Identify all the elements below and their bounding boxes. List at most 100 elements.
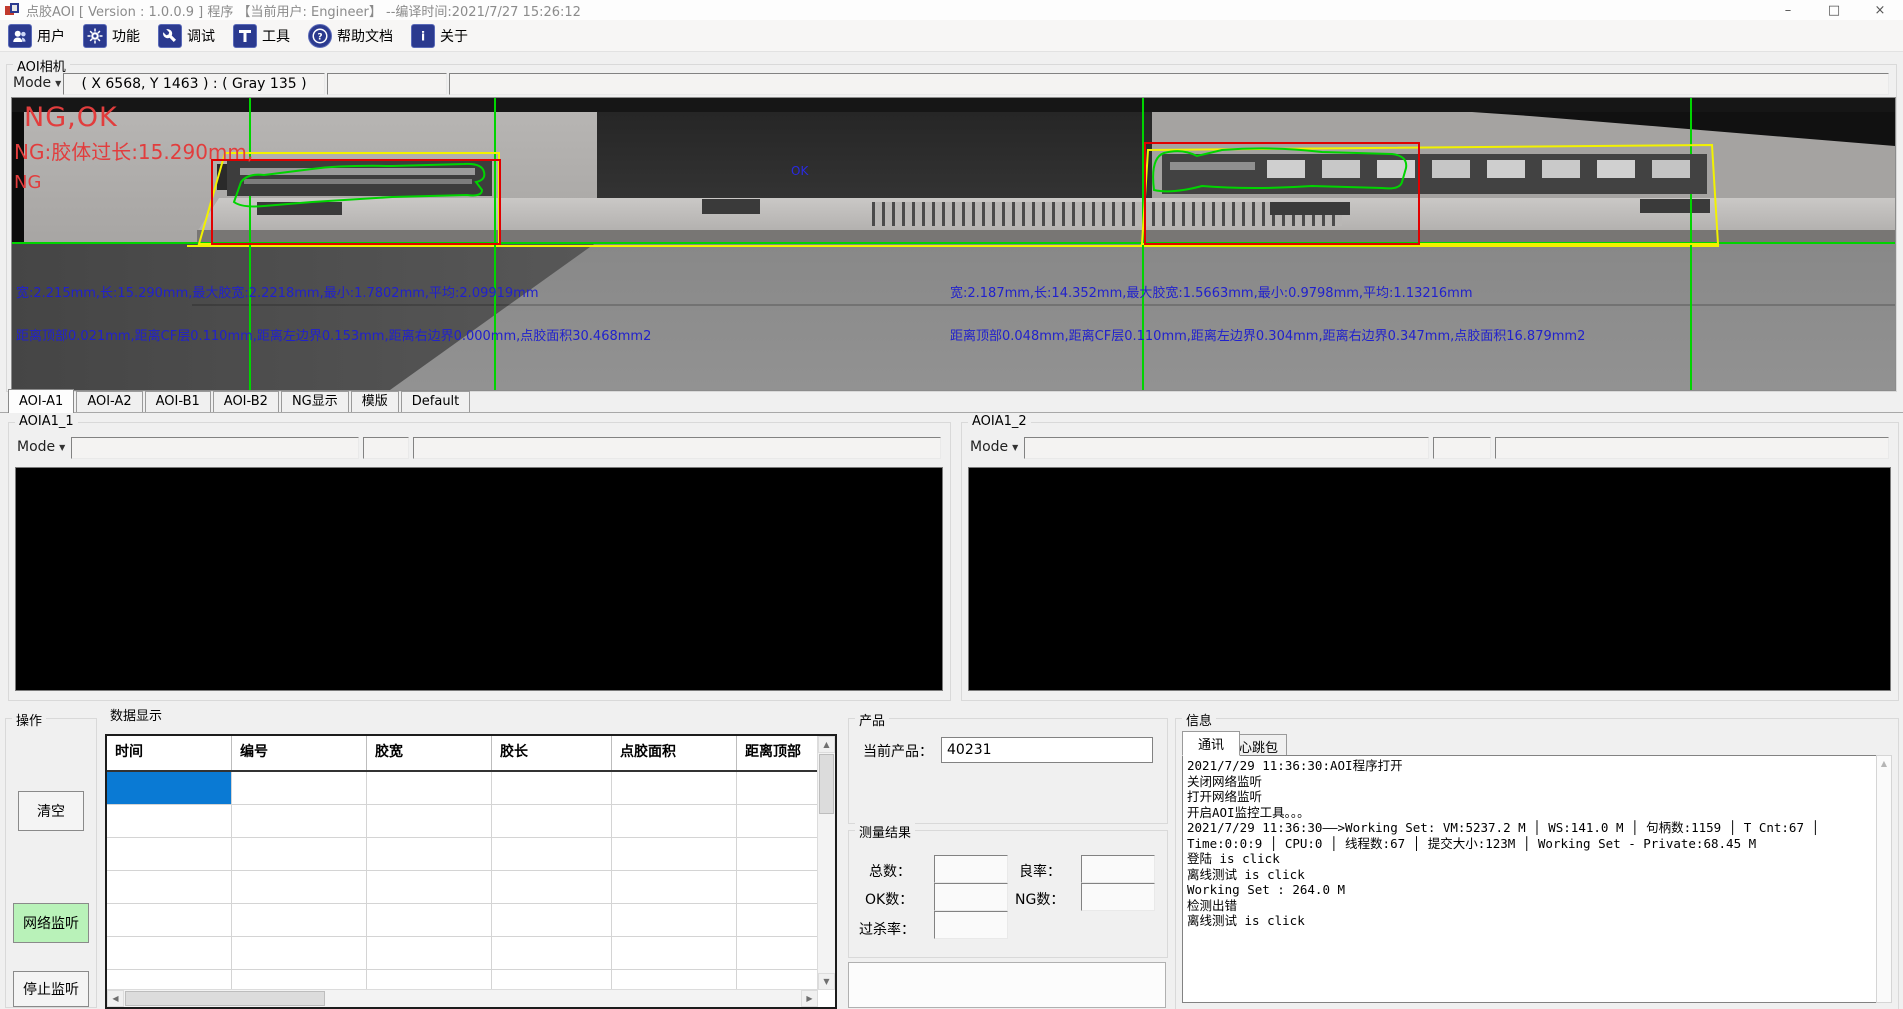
table-row: [107, 838, 835, 871]
table-cell[interactable]: [232, 904, 367, 937]
col-header-time[interactable]: 时间: [107, 736, 232, 770]
table-cell[interactable]: [492, 937, 612, 970]
network-listen-button[interactable]: 网络监听: [13, 903, 89, 943]
col-header-glue-length[interactable]: 胶长: [492, 736, 612, 770]
log-line: 打开网络监听: [1187, 789, 1887, 805]
table-cell[interactable]: [612, 838, 737, 871]
toolbar-item-help[interactable]: ? 帮助文档: [308, 24, 393, 48]
toolbar-item-tools[interactable]: 工具: [233, 24, 290, 48]
table-cell[interactable]: [492, 904, 612, 937]
table-cell[interactable]: [367, 805, 492, 838]
tab-ng-display[interactable]: NG显示: [281, 391, 349, 412]
camera-group-label: AOI相机: [13, 56, 70, 75]
table-cell[interactable]: [232, 871, 367, 904]
mode-label: Mode: [970, 439, 1008, 455]
toolbar-item-debug[interactable]: 调试: [158, 24, 215, 48]
scroll-left-icon[interactable]: ◀: [107, 990, 124, 1007]
table-row: [107, 871, 835, 904]
table-vertical-scrollbar[interactable]: ▲ ▼: [817, 736, 835, 990]
table-cell[interactable]: [737, 805, 818, 838]
scroll-right-icon[interactable]: ▶: [801, 990, 818, 1007]
table-cell[interactable]: [107, 805, 232, 838]
tab-aoi-a2[interactable]: AOI-A2: [76, 391, 142, 412]
table-cell[interactable]: [107, 871, 232, 904]
subview-right-image[interactable]: [968, 467, 1891, 691]
current-product-field[interactable]: 40231: [941, 737, 1153, 763]
table-cell[interactable]: [612, 805, 737, 838]
table-horizontal-scrollbar[interactable]: ◀ ▶: [107, 989, 818, 1007]
tab-default[interactable]: Default: [401, 391, 471, 412]
subview-right-mode-dropdown[interactable]: Mode▼: [970, 439, 1018, 455]
scroll-thumb[interactable]: [819, 754, 834, 814]
main-toolbar: 用户 功能 调试 工具 ? 帮助文档 i 关于: [0, 20, 1903, 52]
table-cell[interactable]: [612, 871, 737, 904]
overkill-field[interactable]: [934, 911, 1008, 939]
camera-image[interactable]: NG,OK NG:胶体过长:15.290mm, NG OK 宽:2.215mm,…: [11, 97, 1896, 391]
table-cell[interactable]: [232, 805, 367, 838]
col-header-dispense-area[interactable]: 点胶面积: [612, 736, 737, 770]
table-cell[interactable]: [492, 838, 612, 871]
scroll-down-icon[interactable]: ▼: [818, 973, 835, 990]
subview-left-image[interactable]: [15, 467, 943, 691]
table-cell[interactable]: [737, 904, 818, 937]
product-group-label: 产品: [855, 710, 889, 729]
log-area[interactable]: 2021/7/29 11:36:30:AOI程序打开关闭网络监听打开网络监听开启…: [1182, 755, 1892, 1003]
table-row: [107, 772, 835, 805]
table-cell[interactable]: [367, 772, 492, 805]
tab-aoi-b2[interactable]: AOI-B2: [213, 391, 279, 412]
table-cell[interactable]: [737, 871, 818, 904]
total-label: 总数：: [869, 861, 911, 881]
table-cell[interactable]: [612, 904, 737, 937]
clear-button[interactable]: 清空: [18, 791, 84, 831]
table-cell[interactable]: [492, 772, 612, 805]
subview-left-mode-dropdown[interactable]: Mode▼: [17, 439, 65, 455]
toolbar-item-about[interactable]: i 关于: [411, 24, 468, 48]
table-cell[interactable]: [232, 772, 367, 805]
table-cell[interactable]: [737, 772, 818, 805]
table-cell[interactable]: [367, 838, 492, 871]
table-cell[interactable]: [107, 838, 232, 871]
col-header-distance-top[interactable]: 距离顶部: [737, 736, 818, 770]
table-cell[interactable]: [492, 805, 612, 838]
table-cell[interactable]: [367, 871, 492, 904]
scroll-up-icon[interactable]: ▲: [818, 736, 835, 753]
table-cell[interactable]: [232, 838, 367, 871]
total-field[interactable]: [934, 855, 1008, 883]
maximize-button[interactable]: □: [1811, 0, 1857, 20]
subview-left-label: AOIA1_1: [15, 414, 78, 429]
toolbar-label: 功能: [112, 26, 140, 46]
subview-left-field3: [413, 437, 941, 459]
ok-count-field[interactable]: [934, 883, 1008, 911]
table-row: [107, 805, 835, 838]
table-cell[interactable]: [367, 904, 492, 937]
scroll-thumb[interactable]: [125, 991, 325, 1006]
tab-template[interactable]: 模版: [351, 391, 399, 412]
table-cell[interactable]: [107, 937, 232, 970]
close-button[interactable]: ×: [1857, 0, 1903, 20]
selected-cell[interactable]: [107, 772, 232, 805]
table-cell[interactable]: [612, 937, 737, 970]
toolbar-item-user[interactable]: 用户: [8, 24, 65, 48]
log-line: 2021/7/29 11:36:30:AOI程序打开: [1187, 758, 1887, 774]
tab-comm[interactable]: 通讯: [1182, 731, 1240, 756]
table-cell[interactable]: [492, 871, 612, 904]
log-scrollbar[interactable]: ▲: [1876, 755, 1892, 1003]
tab-aoi-b1[interactable]: AOI-B1: [145, 391, 211, 412]
scroll-up-icon[interactable]: ▲: [1881, 759, 1887, 768]
camera-mode-dropdown[interactable]: Mode▼: [13, 75, 61, 91]
table-cell[interactable]: [367, 937, 492, 970]
stop-listen-button[interactable]: 停止监听: [13, 971, 89, 1007]
yield-field[interactable]: [1081, 855, 1155, 883]
col-header-glue-width[interactable]: 胶宽: [367, 736, 492, 770]
table-cell[interactable]: [737, 838, 818, 871]
table-cell[interactable]: [107, 904, 232, 937]
users-icon: [8, 24, 32, 48]
table-cell[interactable]: [737, 937, 818, 970]
ng-count-field[interactable]: [1081, 883, 1155, 911]
tab-aoi-a1[interactable]: AOI-A1: [8, 389, 74, 413]
toolbar-item-function[interactable]: 功能: [83, 24, 140, 48]
minimize-button[interactable]: –: [1765, 0, 1811, 20]
table-cell[interactable]: [612, 772, 737, 805]
table-cell[interactable]: [232, 937, 367, 970]
col-header-id[interactable]: 编号: [232, 736, 367, 770]
